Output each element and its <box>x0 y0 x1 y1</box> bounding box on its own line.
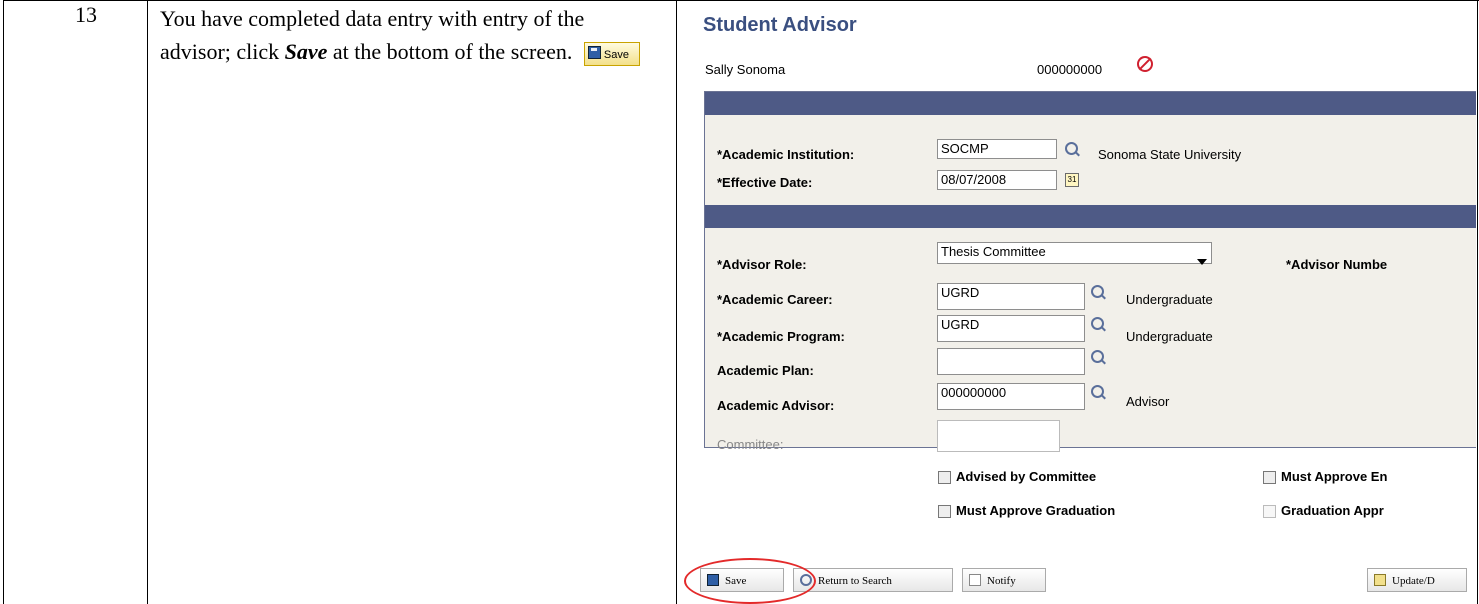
calendar-icon[interactable]: 31 <box>1065 173 1079 187</box>
advised-by-committee-checkbox[interactable] <box>938 471 951 484</box>
advisor-role-select[interactable]: Thesis Committee <box>937 242 1212 264</box>
plan-label: Academic Plan: <box>717 363 814 378</box>
career-description: Undergraduate <box>1126 292 1213 307</box>
committee-field[interactable] <box>937 420 1060 452</box>
instruction-emphasis: Save <box>284 39 328 64</box>
career-label: *Academic Career: <box>717 292 833 307</box>
plan-field[interactable] <box>937 348 1085 375</box>
table-column-divider <box>676 0 677 604</box>
institution-description: Sonoma State University <box>1098 147 1242 162</box>
notify-icon <box>969 574 981 586</box>
student-name: Sally Sonoma <box>705 62 786 77</box>
program-description: Undergraduate <box>1126 329 1213 344</box>
table-left-border <box>3 0 4 604</box>
must-approve-graduation-label: Must Approve Graduation <box>956 503 1116 518</box>
instruction-after: at the bottom of the screen. <box>327 39 573 64</box>
effective-date-field[interactable]: 08/07/2008 <box>937 170 1057 190</box>
graduation-approved-label: Graduation Appr <box>1281 503 1384 518</box>
header-bar <box>705 205 1476 228</box>
floppy-disk-icon <box>587 45 601 59</box>
program-field[interactable]: UGRD <box>937 315 1085 342</box>
update-display-button[interactable]: Update/D <box>1367 568 1467 592</box>
must-approve-enrollment-label: Must Approve En <box>1281 469 1388 484</box>
advisor-description: Advisor <box>1126 394 1170 409</box>
advisor-form-box: *Academic Institution: SOCMP Sonoma Stat… <box>704 91 1476 452</box>
lookup-icon[interactable] <box>1091 385 1104 398</box>
instruction-text: You have completed data entry with entry… <box>160 2 640 68</box>
advisor-label: Academic Advisor: <box>717 398 835 413</box>
advised-by-committee-label: Advised by Committee <box>956 469 1097 484</box>
return-to-search-label: Return to Search <box>818 575 892 587</box>
step-number: 13 <box>75 2 97 27</box>
header-bar <box>705 92 1476 115</box>
career-field[interactable]: UGRD <box>937 283 1085 310</box>
graduation-approved-checkbox[interactable] <box>1263 505 1276 518</box>
effective-date-label: *Effective Date: <box>717 175 813 190</box>
update-label: Update/D <box>1392 575 1435 587</box>
must-approve-enrollment-checkbox[interactable] <box>1263 471 1276 484</box>
notify-label: Notify <box>987 575 1016 587</box>
advisor-number-label: *Advisor Numbe <box>1286 257 1388 272</box>
inline-save-button-image: Save <box>583 41 640 66</box>
lookup-icon[interactable] <box>1091 317 1104 330</box>
program-label: *Academic Program: <box>717 329 845 344</box>
institution-label: *Academic Institution: <box>717 147 855 162</box>
update-icon <box>1374 574 1386 586</box>
institution-field[interactable]: SOCMP <box>937 139 1057 159</box>
notify-button[interactable]: Notify <box>962 568 1046 592</box>
committee-label: Committee: <box>717 437 784 452</box>
return-to-search-button[interactable]: Return to Search <box>793 568 953 592</box>
page-title: Student Advisor <box>703 14 857 36</box>
advisor-role-label: *Advisor Role: <box>717 257 807 272</box>
table-column-divider <box>147 0 148 604</box>
prohibited-icon <box>1137 56 1153 72</box>
chevron-down-icon <box>1197 259 1207 265</box>
student-id: 000000000 <box>1037 62 1103 77</box>
student-advisor-screenshot: Student Advisor Sally Sonoma 000000000 *… <box>680 0 1476 604</box>
lookup-icon[interactable] <box>1091 350 1104 363</box>
lookup-icon[interactable] <box>1091 285 1104 298</box>
table-right-border <box>1477 0 1478 604</box>
lookup-icon[interactable] <box>1065 142 1078 155</box>
inline-save-label: Save <box>603 48 629 61</box>
advisor-field[interactable]: 000000000 <box>937 383 1085 410</box>
highlight-circle <box>684 558 816 604</box>
must-approve-graduation-checkbox[interactable] <box>938 505 951 518</box>
